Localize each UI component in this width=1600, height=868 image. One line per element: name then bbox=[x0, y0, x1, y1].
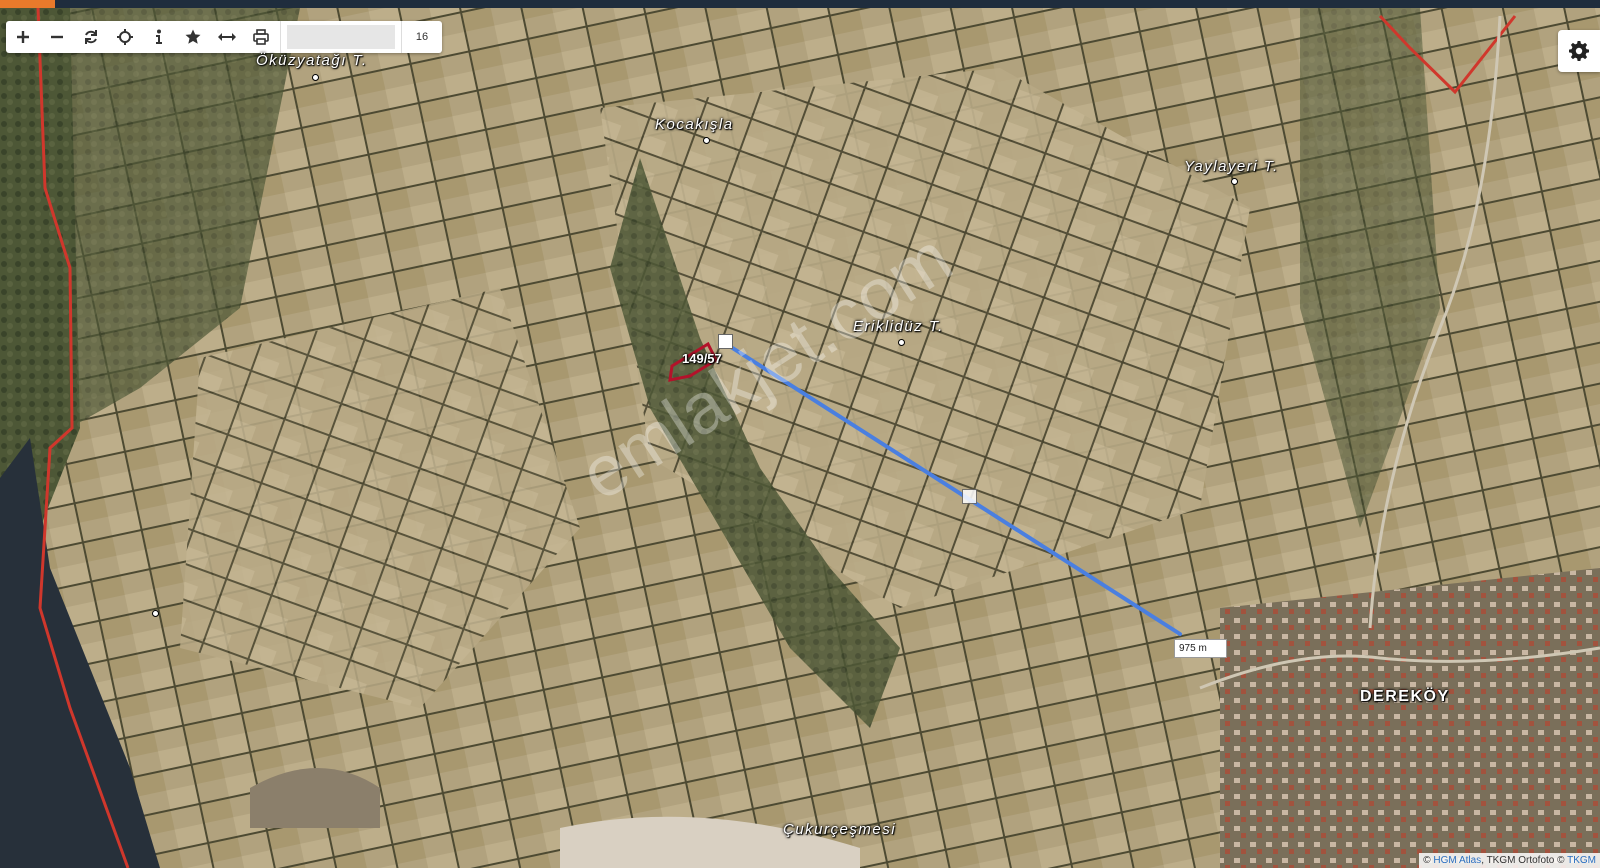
place-marker-kocakisla bbox=[703, 137, 710, 144]
top-bar-accent bbox=[0, 0, 55, 8]
village-label: DEREKÖY bbox=[1360, 688, 1450, 705]
place-label-yaylayeri: Yaylayeri T. bbox=[1184, 158, 1279, 175]
minus-icon bbox=[51, 35, 63, 39]
place-marker-eriklioduz bbox=[898, 339, 905, 346]
refresh-icon bbox=[85, 30, 97, 44]
gear-icon bbox=[1569, 41, 1589, 61]
info-icon bbox=[156, 29, 162, 44]
settings-button[interactable] bbox=[1558, 30, 1600, 72]
info-button[interactable] bbox=[142, 21, 176, 53]
place-marker-yaylayeri bbox=[1231, 178, 1238, 185]
measure-icon bbox=[218, 33, 236, 41]
plus-icon bbox=[17, 31, 29, 43]
crosshair-icon bbox=[117, 29, 133, 45]
attribution-hgm-link[interactable]: HGM Atlas bbox=[1433, 855, 1481, 866]
distance-label: 975 m bbox=[1174, 639, 1212, 658]
attribution-middle: , TKGM Ortofoto © bbox=[1481, 855, 1568, 866]
search-area bbox=[280, 21, 401, 53]
top-bar bbox=[0, 0, 1600, 8]
zoom-in-button[interactable] bbox=[6, 21, 40, 53]
map-imagery bbox=[0, 8, 1600, 868]
distance-label-tail bbox=[1210, 639, 1227, 658]
print-button[interactable] bbox=[244, 21, 278, 53]
zoom-level-indicator: 16 bbox=[401, 21, 442, 53]
place-label-okuzyatagi: Öküzyatağı T. bbox=[256, 52, 368, 69]
map-attribution: © HGM Atlas, TKGM Ortofoto © TKGM bbox=[1419, 853, 1600, 868]
attribution-prefix: © bbox=[1423, 855, 1434, 866]
measure-button[interactable] bbox=[210, 21, 244, 53]
place-marker bbox=[152, 610, 159, 617]
search-input[interactable] bbox=[287, 25, 395, 49]
refresh-button[interactable] bbox=[74, 21, 108, 53]
locate-button[interactable] bbox=[108, 21, 142, 53]
map-toolbar: 16 bbox=[6, 21, 442, 53]
satellite-map[interactable]: 16 Öküzyatağı T. Kocakışla Yaylayeri T. … bbox=[0, 8, 1600, 868]
star-icon bbox=[185, 29, 201, 44]
measure-mid-handle[interactable] bbox=[962, 489, 977, 504]
zoom-out-button[interactable] bbox=[40, 21, 74, 53]
place-marker-okuzyatagi bbox=[312, 74, 319, 81]
printer-icon bbox=[253, 29, 269, 45]
place-label-kocakisla: Kocakışla bbox=[655, 116, 734, 133]
attribution-tkgm-link[interactable]: TKGM bbox=[1567, 855, 1596, 866]
favorite-button[interactable] bbox=[176, 21, 210, 53]
place-label-cukurcesmesi: Çukurçeşmesi bbox=[783, 821, 897, 838]
